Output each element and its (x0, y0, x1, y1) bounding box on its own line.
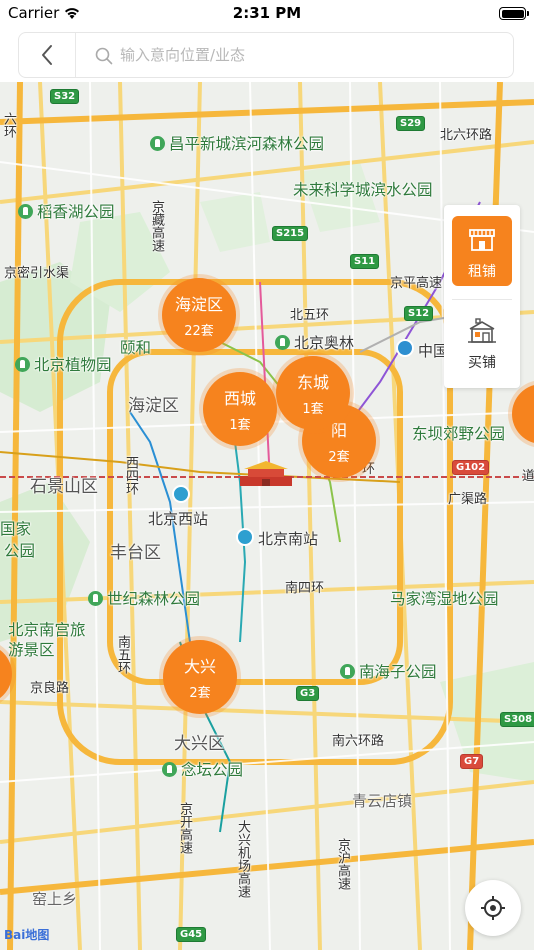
cluster-name: 东城 (296, 373, 329, 392)
map-label-nanhaizi: 南海子公园 (340, 660, 437, 682)
locate-me-button[interactable] (465, 880, 521, 936)
map-label-shijingshan: 石景山区 (30, 477, 98, 497)
buy-shop-toggle[interactable]: 买铺 (452, 309, 512, 379)
map-label-nanliuhuan: 南六环路 (332, 734, 385, 749)
shield-g102: G102 (452, 460, 490, 475)
map-label-fengtai: 丰台区 (110, 543, 161, 563)
toggle-divider (452, 299, 512, 300)
map-label-beiliuhuan: 北六环路 (440, 128, 493, 143)
shield-s29: S29 (396, 116, 426, 131)
cluster-haidian[interactable]: 海淀区 22套 (162, 278, 236, 352)
map-label-jingkai: 京开高速 (177, 802, 192, 854)
map-label-beijing-west: 北京西站 (148, 510, 209, 528)
tiananmen-landmark-icon (240, 461, 292, 486)
map-label-guangqu: 广渠路 (448, 492, 488, 507)
map-label-nanwuhuan: 南五环 (115, 635, 130, 674)
map-provider-text: Bai地图 (4, 928, 50, 942)
search-icon (95, 47, 113, 65)
shield-g45: G45 (176, 927, 207, 942)
back-button[interactable] (19, 33, 76, 77)
map-label-kaoshang: 窑上乡 (32, 890, 78, 908)
cluster-name: 海淀区 (174, 295, 223, 314)
map-label-nangong: 北京南宫旅游景区 (8, 621, 86, 659)
map-label-jinghu: 京沪高速 (335, 838, 350, 890)
map-label-daoxiang-park: 稻香湖公园 (18, 200, 115, 222)
cluster-count: 1套 (302, 402, 324, 417)
map-label-yihe: 颐和 (120, 339, 152, 357)
rent-shop-toggle[interactable]: 租铺 (452, 216, 512, 286)
chevron-left-icon (42, 45, 52, 65)
south-station-icon (236, 528, 254, 546)
map-label-nansihuan: 南四环 (285, 581, 325, 596)
shop-type-toggle: 租铺 买铺 (444, 205, 520, 388)
map-label-daxing-dist: 大兴区 (174, 734, 225, 754)
map-label-beijing-south: 北京南站 (258, 530, 319, 548)
shield-s12: S12 (404, 306, 434, 321)
map-label-beiwuhuan: 北五环 (290, 308, 330, 323)
cluster-count: 1套 (229, 418, 251, 433)
map-label-daxing-airport: 大兴机场高速 (235, 820, 250, 898)
cluster-xicheng[interactable]: 西城 1套 (203, 372, 277, 446)
map-label-olympic: 北京奥林 (275, 332, 354, 353)
shop-building-icon (468, 318, 496, 343)
shield-s308: S308 (500, 712, 534, 727)
map-label-dongba: 东坝郊野公园 (412, 425, 506, 443)
buy-shop-label: 买铺 (468, 355, 496, 371)
cluster-daxing[interactable]: 大兴 2套 (163, 640, 237, 714)
map-label-niantan: 念坛公园 (162, 758, 243, 780)
map-label-liuhuan: 六环 (1, 112, 16, 138)
shield-g3: G3 (296, 686, 320, 701)
cluster-dongcheng[interactable]: 东城 1套 (276, 356, 350, 430)
map-label-jingzang: 京藏高速 (149, 200, 164, 252)
cluster-count: 2套 (328, 450, 350, 465)
header (0, 28, 534, 82)
rent-shop-label: 租铺 (468, 264, 496, 280)
shield-s215: S215 (272, 226, 309, 241)
battery-icon (499, 7, 529, 20)
map-label-gongyuan: 公园 (4, 542, 36, 560)
map-label-jingliang: 京良路 (30, 681, 70, 696)
map-label-jingmi: 京密引水渠 (4, 266, 70, 281)
map-label-changping-park: 昌平新城滨河森林公园 (150, 132, 324, 154)
map-label-future-park: 未来科学城滨水公园 (293, 181, 433, 199)
shield-s32: S32 (50, 89, 80, 104)
search-bar (18, 32, 514, 78)
map-label-botanical: 北京植物园 (15, 353, 112, 375)
cluster-count: 2套 (189, 686, 211, 701)
museum-icon (396, 339, 414, 357)
west-station-icon (172, 485, 190, 503)
map-label-qingyun: 青云店镇 (352, 792, 413, 810)
clock: 2:31 PM (232, 4, 302, 22)
map-label-jingping: 京平高速 (390, 276, 443, 291)
map-label-xisihuan: 西四环 (123, 456, 138, 495)
map-label-world-forest: 世纪森林公园 (88, 587, 200, 609)
cluster-name: 西城 (223, 389, 256, 408)
storefront-icon (469, 229, 495, 251)
crosshair-icon (481, 896, 505, 920)
shield-g7: G7 (460, 754, 484, 769)
map-label-daolu: 道 (522, 469, 534, 484)
cluster-count: 22套 (184, 324, 214, 339)
map-label-haidian-dist: 海淀区 (128, 396, 179, 416)
shield-s11: S11 (350, 254, 380, 269)
search-input[interactable] (120, 43, 500, 67)
map-label-guojia: 国家 (0, 520, 32, 538)
cluster-name: 大兴 (183, 657, 216, 676)
map-label-majiawan: 马家湾湿地公园 (390, 590, 499, 608)
map-provider-logo: Bai地图 (4, 926, 49, 943)
status-bar: Carrier 2:31 PM (0, 0, 534, 28)
